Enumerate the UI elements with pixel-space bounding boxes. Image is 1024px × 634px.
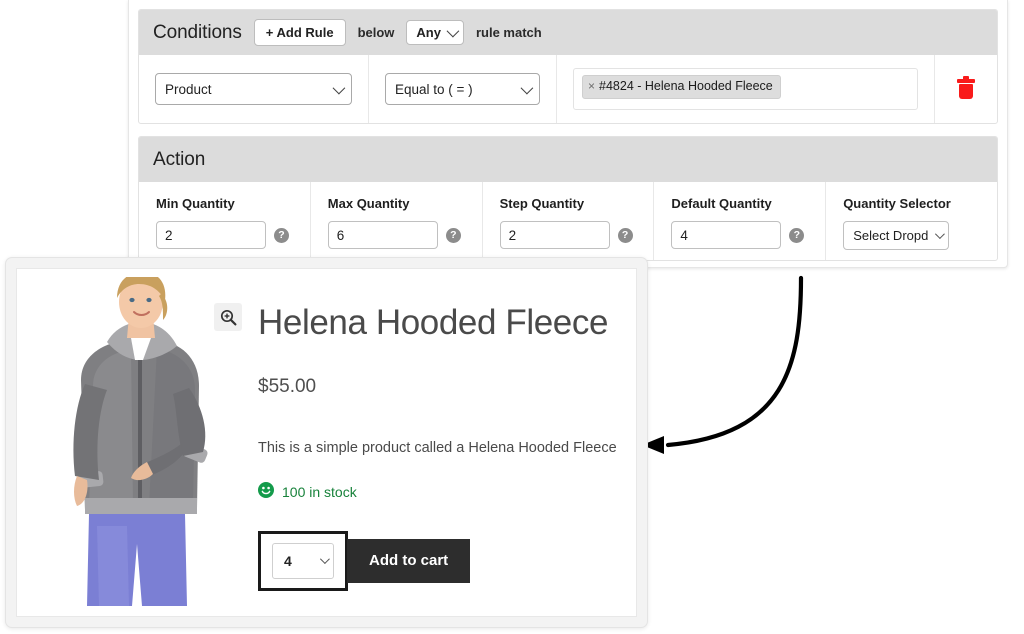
product-token-label: #4824 - Helena Hooded Fleece <box>599 79 773 93</box>
max-quantity-label: Max Quantity <box>327 196 410 211</box>
add-rule-button[interactable]: + Add Rule <box>253 19 346 46</box>
add-to-cart-button[interactable]: Add to cart <box>347 538 471 583</box>
trash-icon[interactable] <box>957 76 975 100</box>
condition-field-cell: Product <box>139 55 369 123</box>
chevron-down-icon <box>935 229 946 240</box>
condition-operator-value: Equal to ( = ) <box>395 81 473 97</box>
help-icon[interactable]: ? <box>789 227 805 243</box>
close-icon[interactable]: × <box>588 78 595 94</box>
chevron-down-icon <box>332 81 346 94</box>
product-card: Helena Hooded Fleece $55.00 This is a si… <box>16 268 637 617</box>
rule-match-value: Any <box>416 25 441 40</box>
max-quantity-cell: Max Quantity ? <box>311 182 483 260</box>
quantity-selector-cell: Quantity Selector Select Dropd <box>826 182 997 260</box>
action-card: Action Min Quantity ? Max Quantity ? Ste… <box>138 136 998 261</box>
condition-operator-select[interactable]: Equal to ( = ) <box>385 73 540 105</box>
min-quantity-input[interactable] <box>156 221 266 249</box>
condition-operator-cell: Equal to ( = ) <box>369 55 557 123</box>
quantity-highlight-box: 4 <box>258 530 348 591</box>
chevron-down-icon <box>520 81 534 94</box>
product-token-input[interactable]: × #4824 - Helena Hooded Fleece <box>573 68 918 110</box>
product-description: This is a simple product called a Helena… <box>258 439 617 456</box>
product-title: Helena Hooded Fleece <box>258 303 609 342</box>
default-quantity-input[interactable] <box>671 221 782 249</box>
add-to-cart-row: 4 Add to cart <box>258 530 624 591</box>
max-quantity-input[interactable] <box>327 221 438 249</box>
quantity-value: 4 <box>284 552 292 569</box>
condition-field-value: Product <box>165 81 212 97</box>
action-title: Action <box>153 148 206 170</box>
step-quantity-input[interactable] <box>499 221 610 249</box>
condition-value-cell: × #4824 - Helena Hooded Fleece <box>557 55 935 123</box>
product-image-column <box>29 277 244 606</box>
conditions-title: Conditions <box>153 21 242 43</box>
stock-text: 100 in stock <box>282 484 357 501</box>
action-fields-row: Min Quantity ? Max Quantity ? Step Quant… <box>139 182 997 260</box>
help-icon[interactable]: ? <box>445 227 461 243</box>
quantity-dropdown[interactable]: 4 <box>272 542 334 579</box>
storefront-preview-frame: Helena Hooded Fleece $55.00 This is a si… <box>5 257 648 628</box>
help-icon[interactable]: ? <box>617 227 633 243</box>
min-quantity-cell: Min Quantity ? <box>139 182 311 260</box>
action-header: Action <box>139 137 997 182</box>
magnifier-plus-icon[interactable] <box>214 303 242 331</box>
product-photo <box>36 277 237 606</box>
rule-match-label: rule match <box>475 25 542 40</box>
quantity-selector-value: Select Dropd <box>853 228 929 243</box>
rule-match-select[interactable]: Any <box>406 20 464 45</box>
curved-arrow-annotation <box>642 275 804 454</box>
condition-delete-cell <box>935 55 997 123</box>
condition-field-select[interactable]: Product <box>155 73 352 105</box>
stock-status: 100 in stock <box>258 481 624 503</box>
default-quantity-cell: Default Quantity ? <box>654 182 827 260</box>
step-quantity-label: Step Quantity <box>499 196 585 211</box>
min-quantity-label: Min Quantity <box>156 196 235 211</box>
step-quantity-cell: Step Quantity ? <box>483 182 655 260</box>
product-token: × #4824 - Helena Hooded Fleece <box>582 75 781 99</box>
help-icon[interactable]: ? <box>274 227 289 243</box>
product-price: $55.00 <box>258 375 317 397</box>
conditions-card: Conditions + Add Rule below Any rule mat… <box>138 9 998 124</box>
below-label: below <box>357 25 395 40</box>
smiley-face-icon <box>258 481 274 503</box>
chevron-down-icon <box>446 24 460 38</box>
quantity-selector-label: Quantity Selector <box>843 196 951 211</box>
chevron-down-icon <box>319 554 330 565</box>
condition-row: Product Equal to ( = ) × #4824 - Helena … <box>139 55 997 123</box>
quantity-selector-select[interactable]: Select Dropd <box>843 221 950 250</box>
conditions-header: Conditions + Add Rule below Any rule mat… <box>139 10 997 55</box>
quantity-rules-panel: Conditions + Add Rule below Any rule mat… <box>128 0 1008 268</box>
product-info-column: Helena Hooded Fleece $55.00 This is a si… <box>244 277 624 606</box>
default-quantity-label: Default Quantity <box>671 196 772 211</box>
